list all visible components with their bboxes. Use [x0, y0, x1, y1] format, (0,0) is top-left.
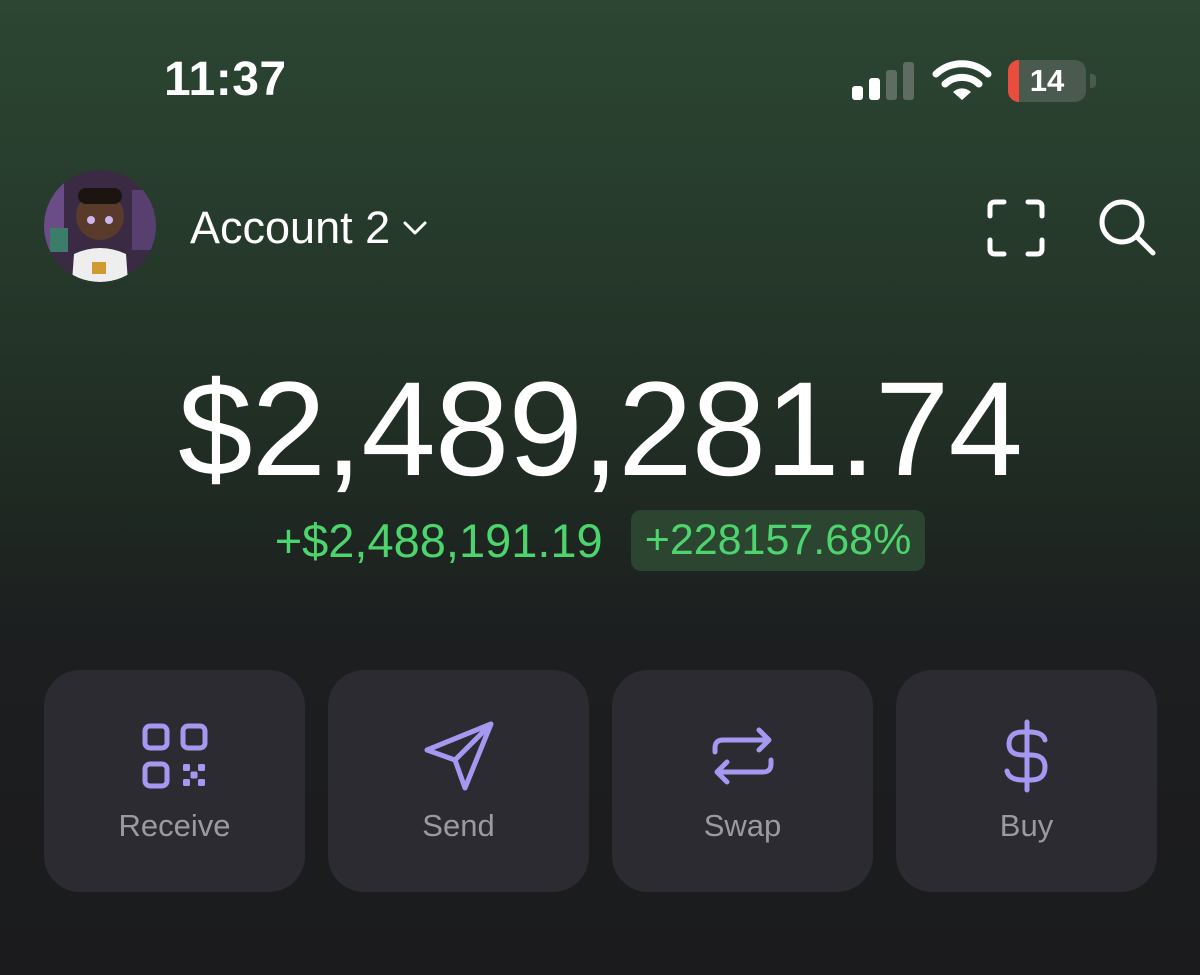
account-name: Account 2 — [190, 202, 391, 253]
scan-icon[interactable] — [986, 198, 1046, 258]
change-amount: +$2,488,191.19 — [274, 514, 603, 567]
qr-code-icon — [142, 723, 207, 789]
status-time: 11:37 — [164, 53, 287, 106]
action-buttons: Receive Send Swap Buy — [44, 670, 1157, 892]
cellular-signal-icon — [852, 62, 914, 100]
receive-button[interactable]: Receive — [44, 670, 305, 892]
avatar[interactable] — [44, 170, 156, 282]
wifi-icon — [932, 60, 992, 100]
avatar-image — [44, 170, 156, 282]
swap-arrows-icon — [712, 727, 773, 785]
total-balance: $2,489,281.74 — [178, 355, 1023, 504]
paper-plane-icon — [424, 721, 493, 791]
account-switcher[interactable]: Account 2 — [190, 196, 430, 260]
change-percent-badge: +228157.68% — [630, 510, 926, 571]
receive-label: Receive — [118, 808, 231, 843]
battery-icon: 14 — [1008, 60, 1100, 102]
status-bar: 11:37 14 — [0, 0, 1200, 160]
chevron-down-icon — [403, 221, 427, 235]
search-icon[interactable] — [1096, 196, 1158, 258]
balance-change: +$2,488,191.19 +228157.68% — [0, 510, 1200, 571]
battery-nub — [1090, 74, 1096, 88]
buy-label: Buy — [999, 808, 1054, 843]
swap-button[interactable]: Swap — [612, 670, 873, 892]
send-label: Send — [422, 808, 495, 843]
send-button[interactable]: Send — [328, 670, 589, 892]
dollar-icon — [1004, 719, 1047, 793]
battery-level: 14 — [1029, 63, 1065, 98]
swap-label: Swap — [703, 808, 782, 843]
buy-button[interactable]: Buy — [896, 670, 1157, 892]
